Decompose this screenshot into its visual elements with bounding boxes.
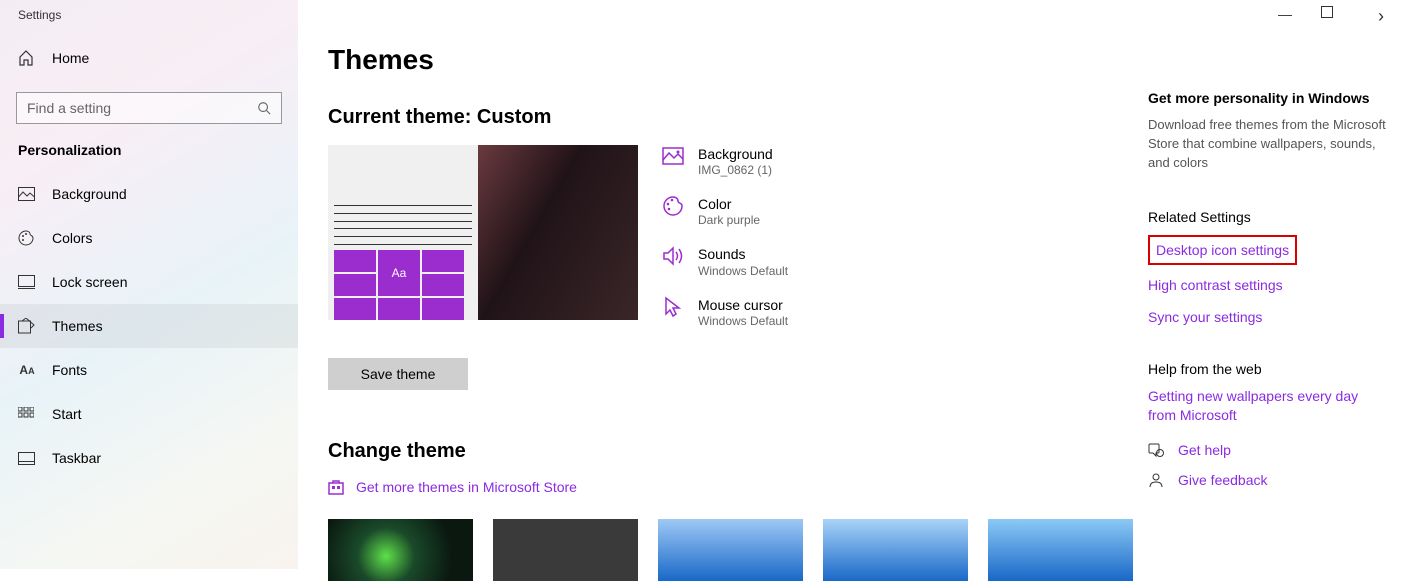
nav-label: Themes	[52, 318, 103, 334]
setting-color[interactable]: ColorDark purple	[662, 195, 788, 227]
nav-home[interactable]: Home	[0, 40, 298, 76]
setting-label: Mouse cursor	[698, 296, 788, 314]
sidebar: Settings Home Personalization Background…	[0, 0, 298, 569]
nav-item-start[interactable]: Start	[0, 392, 298, 436]
background-icon	[662, 145, 684, 167]
right-pane: Get more personality in Windows Download…	[1148, 0, 1388, 569]
window-controls: — ›	[1273, 6, 1393, 27]
app-title: Settings	[0, 0, 298, 40]
help-icon	[1148, 442, 1164, 458]
change-theme-heading: Change theme	[328, 440, 1148, 463]
theme-preview: Aa	[328, 145, 638, 320]
help-heading: Help from the web	[1148, 361, 1388, 377]
link-sync-settings[interactable]: Sync your settings	[1148, 309, 1388, 325]
fonts-icon: AA	[18, 363, 36, 377]
setting-value: Windows Default	[698, 264, 788, 278]
theme-thumb[interactable]	[658, 519, 803, 581]
theme-thumb[interactable]	[493, 519, 638, 581]
setting-label: Sounds	[698, 245, 788, 263]
store-icon	[328, 479, 344, 495]
link-get-help[interactable]: Get help	[1178, 442, 1231, 458]
link-desktop-icon-settings[interactable]: Desktop icon settings	[1148, 235, 1297, 265]
nav-label: Colors	[52, 230, 92, 246]
nav-label: Taskbar	[52, 450, 101, 466]
feedback-icon	[1148, 472, 1164, 488]
category-label: Personalization	[0, 142, 298, 172]
cursor-icon	[662, 296, 684, 318]
color-icon	[662, 195, 684, 217]
current-theme-heading: Current theme: Custom	[328, 106, 1148, 129]
nav-item-fonts[interactable]: AA Fonts	[0, 348, 298, 392]
promo-text: Download free themes from the Microsoft …	[1148, 116, 1388, 173]
nav-item-taskbar[interactable]: Taskbar	[0, 436, 298, 480]
promo-title: Get more personality in Windows	[1148, 90, 1388, 106]
nav-label: Start	[52, 406, 82, 422]
setting-value: Dark purple	[698, 213, 760, 227]
forward-icon[interactable]: ›	[1369, 6, 1393, 27]
nav-item-themes[interactable]: Themes	[0, 304, 298, 348]
setting-background[interactable]: BackgroundIMG_0862 (1)	[662, 145, 788, 177]
nav-item-colors[interactable]: Colors	[0, 216, 298, 260]
picture-icon	[18, 187, 36, 201]
minimize-icon[interactable]: —	[1273, 6, 1297, 27]
theme-thumb[interactable]	[823, 519, 968, 581]
setting-value: Windows Default	[698, 314, 788, 328]
nav-label: Background	[52, 186, 127, 202]
setting-label: Color	[698, 195, 760, 213]
search-icon	[257, 101, 271, 115]
home-icon	[18, 50, 36, 66]
preview-aa-tile: Aa	[378, 250, 420, 296]
nav-label: Fonts	[52, 362, 87, 378]
theme-thumb[interactable]	[328, 519, 473, 581]
preview-start: Aa	[328, 200, 478, 320]
nav-home-label: Home	[52, 50, 89, 66]
nav-item-background[interactable]: Background	[0, 172, 298, 216]
start-icon	[18, 407, 36, 421]
link-high-contrast[interactable]: High contrast settings	[1148, 277, 1388, 293]
nav-label: Lock screen	[52, 274, 127, 290]
preview-wallpaper	[478, 145, 638, 320]
page-title: Themes	[328, 44, 1148, 76]
save-theme-button[interactable]: Save theme	[328, 358, 468, 390]
themes-icon	[18, 318, 36, 334]
link-help-wallpapers[interactable]: Getting new wallpapers every day from Mi…	[1148, 387, 1388, 426]
lock-screen-icon	[18, 275, 36, 289]
content: Themes Current theme: Custom Aa	[328, 0, 1148, 569]
sounds-icon	[662, 245, 684, 267]
nav-item-lockscreen[interactable]: Lock screen	[0, 260, 298, 304]
theme-thumb[interactable]	[988, 519, 1133, 581]
search-input[interactable]	[16, 92, 282, 124]
theme-thumbnails	[328, 519, 1148, 581]
store-link[interactable]: Get more themes in Microsoft Store	[328, 479, 1148, 495]
setting-value: IMG_0862 (1)	[698, 163, 773, 177]
main-area: — › Themes Current theme: Custom Aa	[298, 0, 1403, 569]
palette-icon	[18, 230, 36, 246]
setting-sounds[interactable]: SoundsWindows Default	[662, 245, 788, 277]
link-give-feedback[interactable]: Give feedback	[1178, 472, 1268, 488]
setting-label: Background	[698, 145, 773, 163]
maximize-icon[interactable]	[1321, 6, 1345, 27]
store-link-label: Get more themes in Microsoft Store	[356, 479, 577, 495]
setting-cursor[interactable]: Mouse cursorWindows Default	[662, 296, 788, 328]
search-field[interactable]	[27, 100, 257, 116]
related-heading: Related Settings	[1148, 209, 1388, 225]
taskbar-icon	[18, 452, 36, 465]
